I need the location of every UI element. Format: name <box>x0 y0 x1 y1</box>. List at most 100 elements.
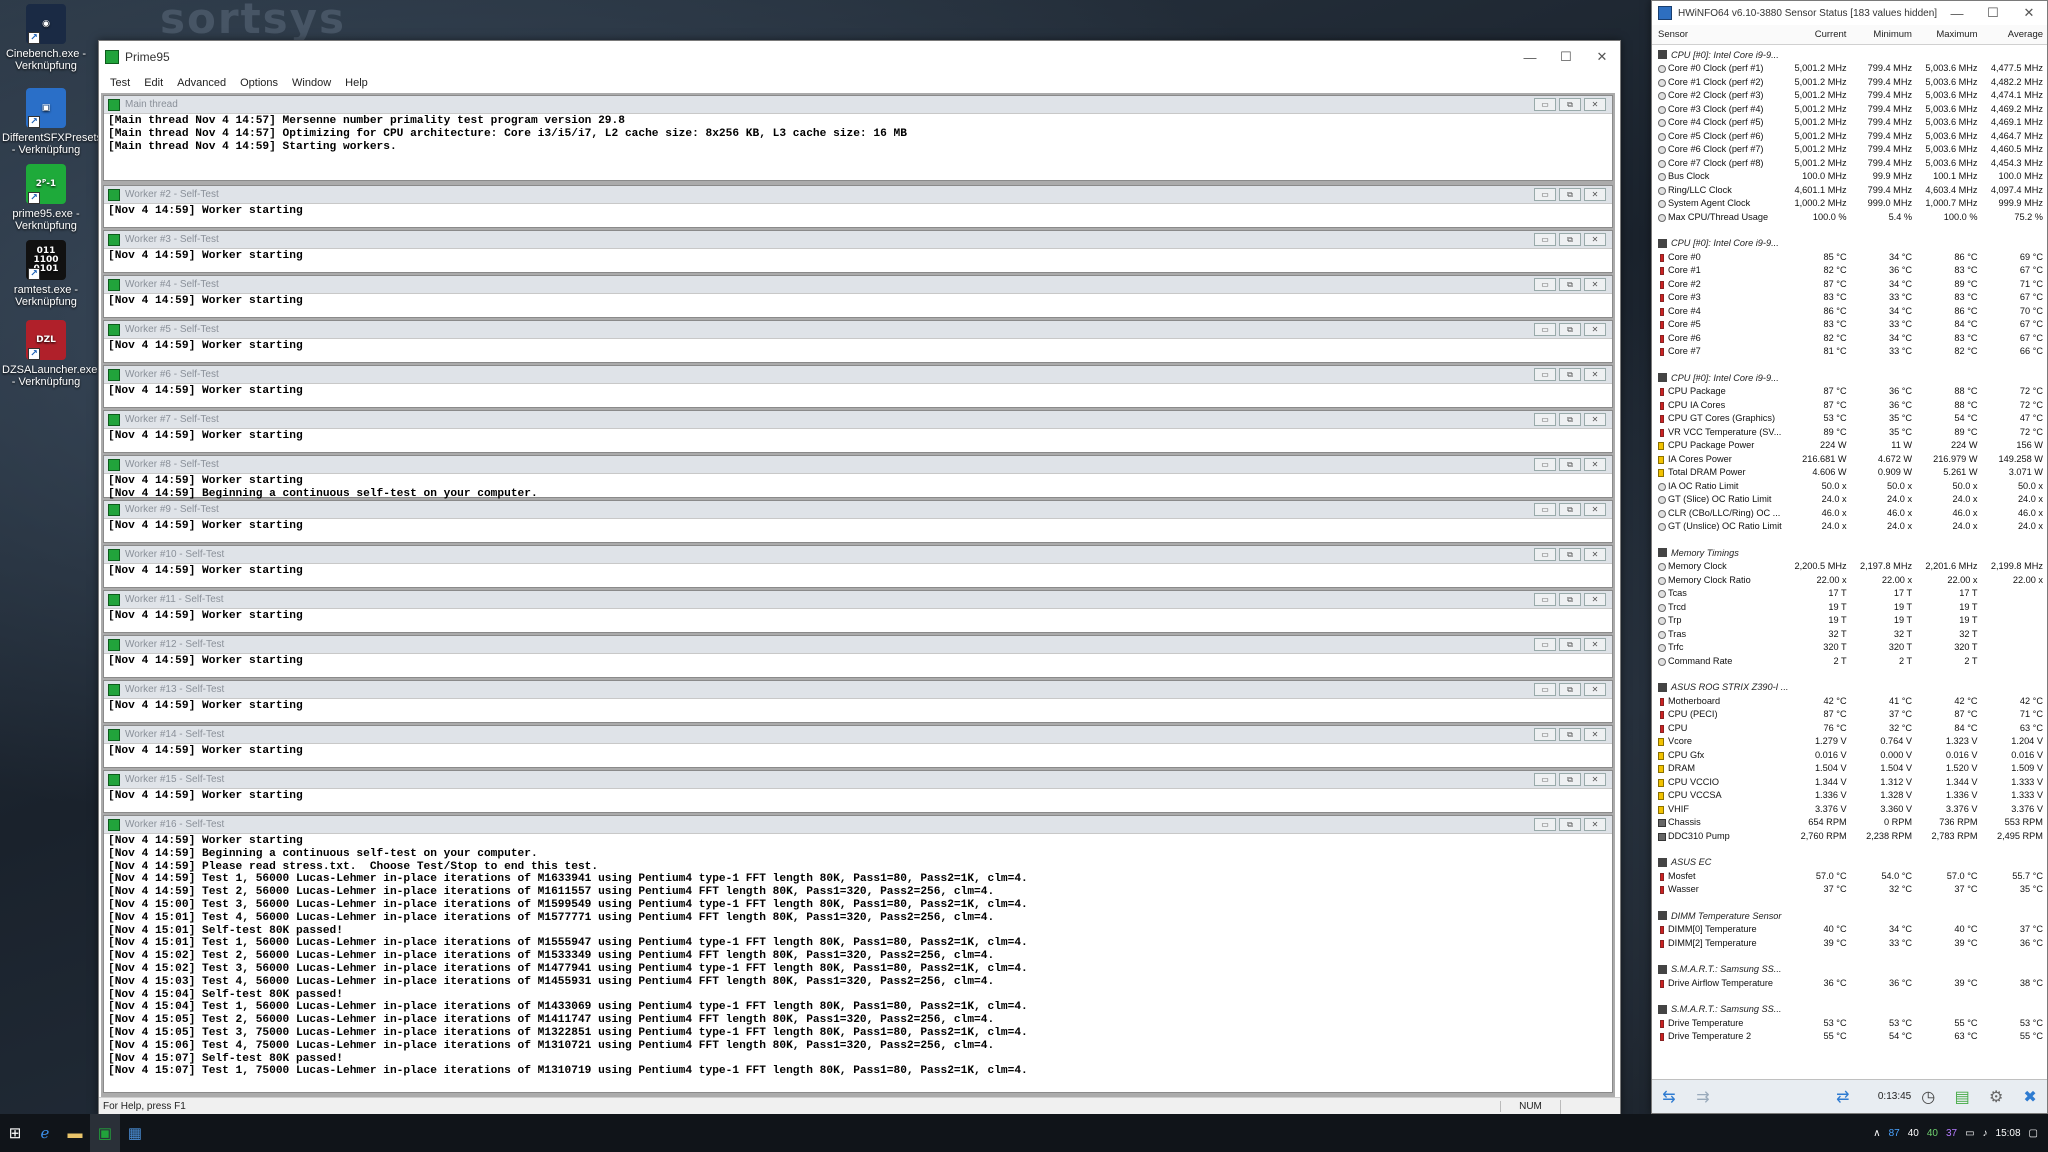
column-header-average[interactable]: Average <box>1981 29 2047 40</box>
worker-16-window[interactable]: Worker #16 - Self-Test ▭ ⧉ ✕ [Nov 4 14:59] W… <box>103 815 1613 1093</box>
sensor-row[interactable]: Ring/LLC Clock 4,601.1 MHz 799.4 MHz 4,603.… <box>1652 183 2047 197</box>
sensor-row[interactable]: CPU Package 87 °C 36 °C 88 °C 72 °C <box>1652 385 2047 399</box>
child-close-button[interactable]: ✕ <box>1584 683 1606 696</box>
explorer-icon[interactable]: ▬ <box>60 1114 90 1152</box>
column-header-minimum[interactable]: Minimum <box>1850 29 1916 40</box>
child-restore-button[interactable]: ⧉ <box>1559 368 1581 381</box>
child-restore-button[interactable]: ⧉ <box>1559 458 1581 471</box>
sensor-row[interactable]: CPU (PECI) 87 °C 37 °C 87 °C 71 °C <box>1652 708 2047 722</box>
child-minimize-button[interactable]: ▭ <box>1534 683 1556 696</box>
sensor-row[interactable]: Core #0 85 °C 34 °C 86 °C 69 °C <box>1652 250 2047 264</box>
sensor-row[interactable]: Total DRAM Power 4.606 W 0.909 W 5.261 W 3.0… <box>1652 466 2047 480</box>
hwinfo-titlebar[interactable]: HWiNFO64 v6.10-3880 Sensor Status [183 v… <box>1652 1 2047 25</box>
taskbar-hwinfo-icon[interactable]: ▦ <box>120 1114 150 1152</box>
sensor-row[interactable]: Memory Clock 2,200.5 MHz 2,197.8 MHz 2,201.… <box>1652 560 2047 574</box>
child-minimize-button[interactable]: ▭ <box>1534 278 1556 291</box>
child-minimize-button[interactable]: ▭ <box>1534 413 1556 426</box>
child-restore-button[interactable]: ⧉ <box>1559 413 1581 426</box>
child-restore-button[interactable]: ⧉ <box>1559 548 1581 561</box>
child-minimize-button[interactable]: ▭ <box>1534 368 1556 381</box>
sensor-row[interactable]: VR VCC Temperature (SV... 89 °C 35 °C 89 °C… <box>1652 425 2047 439</box>
sensor-row[interactable]: Core #2 Clock (perf #3) 5,001.2 MHz 799.4 … <box>1652 89 2047 103</box>
sensor-row[interactable]: DIMM[2] Temperature 39 °C 33 °C 39 °C 36 °C <box>1652 936 2047 950</box>
notification-icon[interactable]: ▢ <box>2029 1128 2038 1139</box>
main-thread-window[interactable]: Main thread ▭ ⧉ ✕ [Main thread Nov 4 14:57] … <box>103 95 1613 181</box>
worker-window[interactable]: Worker #11 - Self-Test ▭ ⧉ ✕ [Nov 4 14:59] W… <box>103 590 1613 633</box>
child-minimize-button[interactable]: ▭ <box>1534 818 1556 831</box>
sensor-row[interactable]: IA OC Ratio Limit 50.0 x 50.0 x 50.0 x 50.0 … <box>1652 479 2047 493</box>
sensor-row[interactable]: Core #3 Clock (perf #4) 5,001.2 MHz 799.4 … <box>1652 102 2047 116</box>
sensor-row[interactable]: CPU VCCSA 1.336 V 1.328 V 1.336 V 1.333 V <box>1652 789 2047 803</box>
child-titlebar[interactable]: Worker #14 - Self-Test ▭ ⧉ ✕ <box>104 726 1612 744</box>
sensor-table[interactable]: CPU [#0]: Intel Core i9-9... Core #0 Cloc… <box>1652 48 2047 1043</box>
maximize-button[interactable]: ☐ <box>1548 41 1584 73</box>
sensor-row[interactable]: Drive Airflow Temperature 36 °C 36 °C 39 °C… <box>1652 976 2047 990</box>
child-titlebar[interactable]: Worker #5 - Self-Test ▭ ⧉ ✕ <box>104 321 1612 339</box>
child-titlebar[interactable]: Worker #15 - Self-Test ▭ ⧉ ✕ <box>104 771 1612 789</box>
sensor-row[interactable]: CPU VCCIO 1.344 V 1.312 V 1.344 V 1.333 V <box>1652 775 2047 789</box>
close-sensor-icon[interactable]: ✖ <box>2017 1084 2043 1110</box>
child-titlebar[interactable]: Worker #6 - Self-Test ▭ ⧉ ✕ <box>104 366 1612 384</box>
clock-icon[interactable]: ◷ <box>1915 1084 1941 1110</box>
worker-window[interactable]: Worker #8 - Self-Test ▭ ⧉ ✕ [Nov 4 14:59] Wo… <box>103 455 1613 500</box>
sensor-group-header[interactable]: CPU [#0]: Intel Core i9-9... <box>1652 237 2047 251</box>
child-minimize-button[interactable]: ▭ <box>1534 98 1556 111</box>
sensor-row[interactable]: Core #2 87 °C 34 °C 89 °C 71 °C <box>1652 277 2047 291</box>
desktop-icon[interactable]: 2ᴾ-1 ↗ prime95.exe - Verknüpfung <box>2 164 90 232</box>
sensor-row[interactable]: Mosfet 57.0 °C 54.0 °C 57.0 °C 55.7 °C <box>1652 869 2047 883</box>
child-titlebar[interactable]: Worker #12 - Self-Test ▭ ⧉ ✕ <box>104 636 1612 654</box>
minimize-button[interactable]: — <box>1512 41 1548 73</box>
child-restore-button[interactable]: ⧉ <box>1559 503 1581 516</box>
nav-forward-icon[interactable]: ⇉ <box>1690 1084 1716 1110</box>
sensor-row[interactable]: Drive Temperature 2 55 °C 54 °C 63 °C 55 °C <box>1652 1030 2047 1044</box>
sensor-row[interactable]: Max CPU/Thread Usage 100.0 % 5.4 % 100.0 % 7… <box>1652 210 2047 224</box>
menu-item-window[interactable]: Window <box>285 77 338 89</box>
sensor-group-header[interactable]: CPU [#0]: Intel Core i9-9... <box>1652 371 2047 385</box>
child-titlebar[interactable]: Worker #4 - Self-Test ▭ ⧉ ✕ <box>104 276 1612 294</box>
child-restore-button[interactable]: ⧉ <box>1559 233 1581 246</box>
child-minimize-button[interactable]: ▭ <box>1534 188 1556 201</box>
sensor-row[interactable]: Core #7 81 °C 33 °C 82 °C 66 °C <box>1652 345 2047 359</box>
child-close-button[interactable]: ✕ <box>1584 98 1606 111</box>
child-restore-button[interactable]: ⧉ <box>1559 638 1581 651</box>
start-icon[interactable]: ⊞ <box>0 1114 30 1152</box>
child-titlebar[interactable]: Main thread ▭ ⧉ ✕ <box>104 96 1612 114</box>
sensor-row[interactable]: CPU IA Cores 87 °C 36 °C 88 °C 72 °C <box>1652 398 2047 412</box>
sensor-row[interactable]: Wasser 37 °C 32 °C 37 °C 35 °C <box>1652 883 2047 897</box>
worker-window[interactable]: Worker #5 - Self-Test ▭ ⧉ ✕ [Nov 4 14:59] Wo… <box>103 320 1613 363</box>
desktop-icon[interactable]: ◉ ↗ Cinebench.exe - Verknüpfung <box>2 4 90 72</box>
child-minimize-button[interactable]: ▭ <box>1534 548 1556 561</box>
report-icon[interactable]: ▤ <box>1949 1084 1975 1110</box>
child-close-button[interactable]: ✕ <box>1584 548 1606 561</box>
sensor-group-header[interactable]: DIMM Temperature Sensor <box>1652 909 2047 923</box>
child-close-button[interactable]: ✕ <box>1584 458 1606 471</box>
prime95-titlebar[interactable]: Prime95 — ☐ ✕ <box>99 41 1620 73</box>
sensor-row[interactable]: GT (Slice) OC Ratio Limit 24.0 x 24.0 x 24.… <box>1652 493 2047 507</box>
column-header-current[interactable]: Current <box>1785 29 1851 40</box>
child-restore-button[interactable]: ⧉ <box>1559 98 1581 111</box>
child-close-button[interactable]: ✕ <box>1584 818 1606 831</box>
tray-chevron-icon[interactable]: ∧ <box>1873 1128 1880 1139</box>
child-titlebar[interactable]: Worker #2 - Self-Test ▭ ⧉ ✕ <box>104 186 1612 204</box>
child-close-button[interactable]: ✕ <box>1584 773 1606 786</box>
hwinfo-minimize-button[interactable]: — <box>1939 1 1975 25</box>
child-restore-button[interactable]: ⧉ <box>1559 593 1581 606</box>
child-minimize-button[interactable]: ▭ <box>1534 728 1556 741</box>
worker-window[interactable]: Worker #4 - Self-Test ▭ ⧉ ✕ [Nov 4 14:59] Wo… <box>103 275 1613 318</box>
sensor-row[interactable]: CPU 76 °C 32 °C 84 °C 63 °C <box>1652 721 2047 735</box>
worker-window[interactable]: Worker #13 - Self-Test ▭ ⧉ ✕ [Nov 4 14:59] W… <box>103 680 1613 723</box>
sensor-row[interactable]: Bus Clock 100.0 MHz 99.9 MHz 100.1 MHz 100.0… <box>1652 170 2047 184</box>
sensor-row[interactable]: Core #1 82 °C 36 °C 83 °C 67 °C <box>1652 264 2047 278</box>
sensor-row[interactable]: Core #4 Clock (perf #5) 5,001.2 MHz 799.4 … <box>1652 116 2047 130</box>
sensor-row[interactable]: DRAM 1.504 V 1.504 V 1.520 V 1.509 V <box>1652 762 2047 776</box>
sensor-row[interactable]: Core #4 86 °C 34 °C 86 °C 70 °C <box>1652 304 2047 318</box>
sensor-group-header[interactable]: CPU [#0]: Intel Core i9-9... <box>1652 48 2047 62</box>
sensor-group-header[interactable]: Memory Timings <box>1652 546 2047 560</box>
network-icon[interactable]: ⇄ <box>1830 1084 1856 1110</box>
sensor-row[interactable]: Core #5 83 °C 33 °C 84 °C 67 °C <box>1652 318 2047 332</box>
sensor-row[interactable]: Core #3 83 °C 33 °C 83 °C 67 °C <box>1652 291 2047 305</box>
child-minimize-button[interactable]: ▭ <box>1534 323 1556 336</box>
nav-back-icon[interactable]: ⇆ <box>1656 1084 1682 1110</box>
network-tray-icon[interactable]: ▭ <box>1965 1128 1974 1139</box>
sensor-row[interactable]: IA Cores Power 216.681 W 4.672 W 216.979 W 1… <box>1652 452 2047 466</box>
